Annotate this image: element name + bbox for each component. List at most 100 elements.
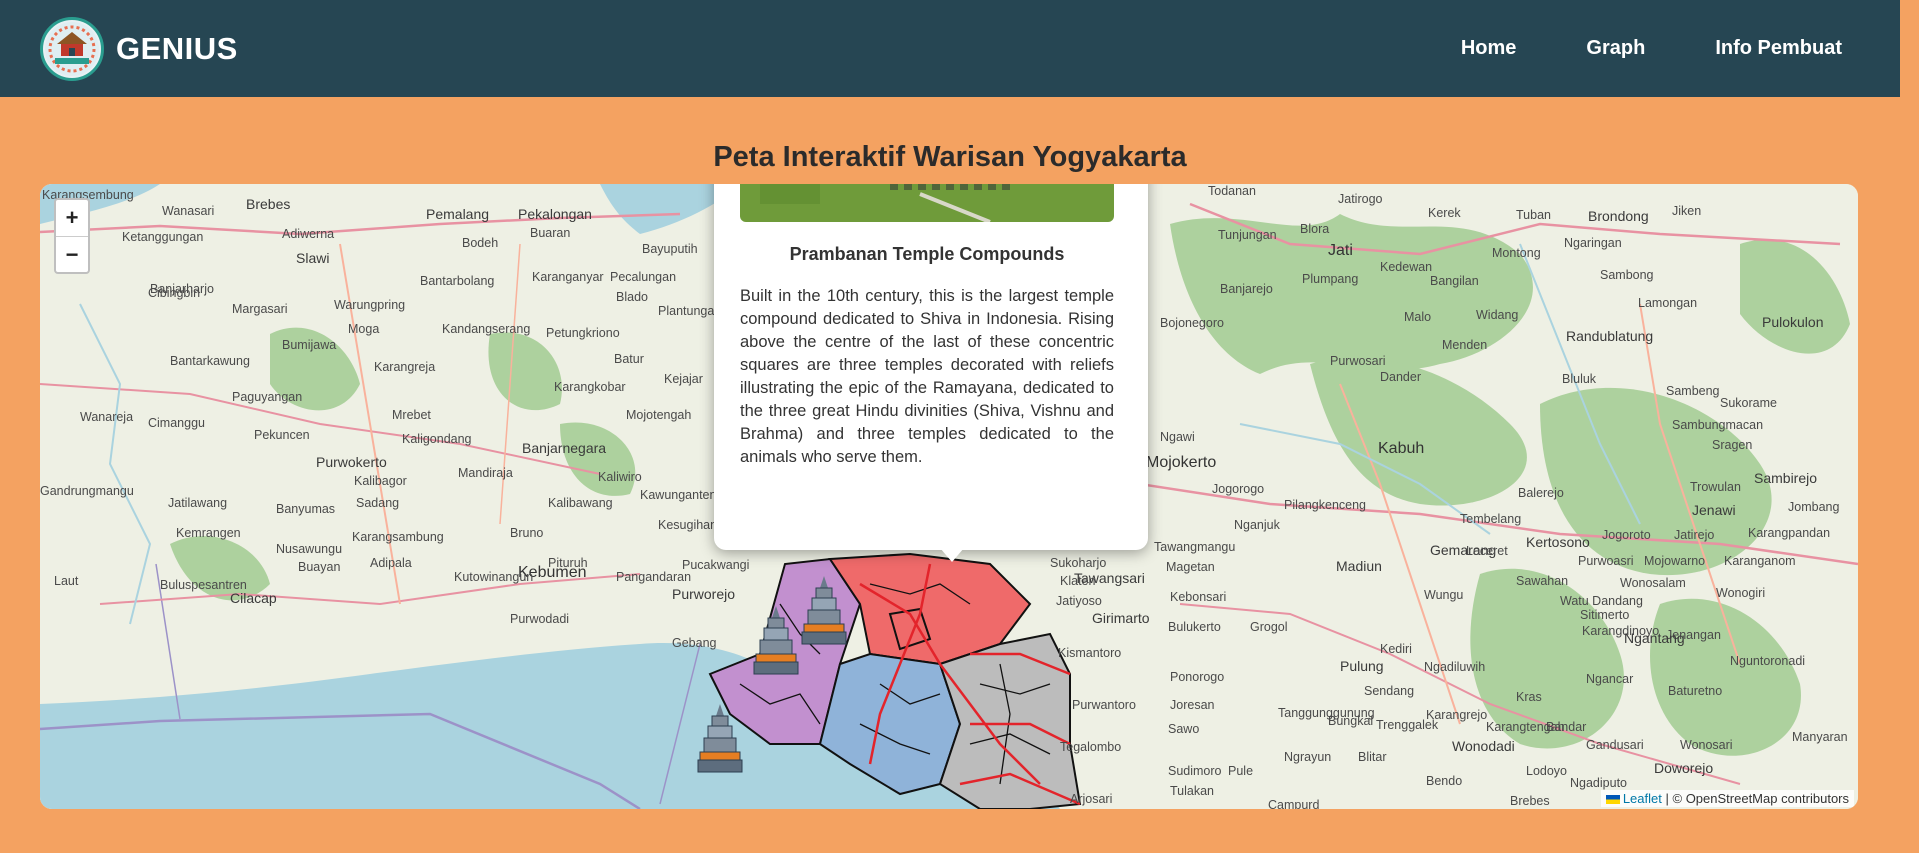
place-label: Banyumas [276,502,336,516]
place-label: Bruno [510,526,544,540]
place-label: Blitar [1358,750,1387,764]
place-label: Trenggalek [1376,718,1439,732]
place-label: Bumijawa [282,338,337,352]
place-label: Ngrayun [1284,750,1332,764]
place-label: Sitimerto [1580,608,1630,622]
place-label: Cibingbin [148,286,201,300]
nav-home[interactable]: Home [1461,37,1517,60]
place-label: Tegalombo [1060,740,1122,754]
place-label: Ngancar [1586,672,1634,686]
place-label: Loceret [1466,544,1508,558]
place-label: Gandusari [1586,738,1644,752]
place-label: Doworejo [1654,760,1714,776]
place-label: Kebonsari [1170,590,1227,604]
place-label: Ngantang [1624,630,1685,646]
place-label: Mandiraja [458,466,513,480]
place-label: Madiun [1336,558,1382,574]
place-label: Karangreja [374,360,436,374]
place-label: Purwoasri [1578,554,1634,568]
place-label: Campurd [1268,798,1320,809]
place-label: Widang [1476,308,1519,322]
place-label: Nusawungu [276,542,343,556]
place-label: Girimarto [1092,610,1150,626]
place-label: Mrebet [392,408,431,422]
place-label: Sukorame [1720,396,1777,410]
osm-attribution: © OpenStreetMap contributors [1672,791,1850,806]
place-label: Tembelang [1460,512,1522,526]
place-label: Wonogiri [1716,586,1766,600]
map[interactable]: Karangsembung Brebes Pemalang Pekalongan… [40,184,1858,809]
map-popup: Prambanan Temple Compounds Built in the … [714,184,1148,550]
leaflet-link[interactable]: Leaflet [1623,791,1662,806]
place-label: Kejajar [664,372,703,386]
place-label: Kaliwiro [598,470,642,484]
place-label: Karanganom [1724,554,1796,568]
zoom-out-button[interactable]: − [56,236,88,272]
place-label: Todanan [1208,184,1256,198]
place-label: Kerek [1428,206,1461,220]
place-label: Mojowarno [1644,554,1706,568]
place-label: Purwokerto [316,454,387,470]
place-label: Kemrangen [176,526,241,540]
place-label: Batur [614,352,644,366]
place-label: Mojotengah [626,408,692,422]
place-label: Ponorogo [1170,670,1225,684]
place-label: Balerejo [1518,486,1564,500]
popup-tip [940,548,964,562]
temple-marker-icon[interactable] [752,604,800,676]
place-label: Ngadiluwih [1424,660,1486,674]
place-label: Brebes [1510,794,1550,808]
place-label: Tawangmangu [1154,540,1236,554]
place-label: Karangkobar [554,380,626,394]
place-label: Jatiyoso [1056,594,1102,608]
place-label: Watu Dandang [1560,594,1643,608]
nav-graph[interactable]: Graph [1586,37,1645,60]
place-label: Malo [1404,310,1432,324]
place-label: Pangandaran [616,570,692,584]
place-label: Brondong [1588,208,1649,224]
place-label: Gandrungmangu [40,484,134,498]
place-label: Jombang [1788,500,1840,514]
popup-title: Prambanan Temple Compounds [789,244,1065,264]
place-label: Pekuncen [254,428,310,442]
place-label: Slawi [296,250,330,266]
place-label: Kawunganten [640,488,717,502]
place-label: Purworejo [672,586,736,602]
place-label: Sukoharjo [1050,556,1107,570]
place-label: Tuban [1516,208,1551,222]
place-label: Sambeng [1666,384,1720,398]
place-label: Sendang [1364,684,1415,698]
place-label: Bodeh [462,236,499,250]
place-label: Buayan [298,560,341,574]
place-label: Jatilawang [168,496,228,510]
place-label: Bendo [1426,774,1463,788]
place-label: Bantarkawung [170,354,250,368]
place-label: Jogoroto [1602,528,1651,542]
place-label: Pule [1228,764,1254,778]
place-label: Adipala [370,556,412,570]
place-label: Jati [1328,242,1353,259]
place-label: Sambungmacan [1672,418,1764,432]
place-label: Karanganyar [532,270,604,284]
attribution-separator: | [1665,791,1669,806]
place-label: Bangilan [1430,274,1479,288]
brand-name: GENIUS [116,30,238,66]
place-label: Joresan [1170,698,1215,712]
place-label: Bojonegoro [1160,316,1224,330]
place-label: Banjarejo [1220,282,1273,296]
place-label: Kras [1516,690,1542,704]
place-label: Bandar [1546,720,1587,734]
place-label: Bantarbolang [420,274,495,288]
temple-marker-icon[interactable] [696,702,744,774]
place-label: Kutowinangun [454,570,534,584]
brand[interactable]: GENIUS [40,16,238,81]
place-label: Tunjungan [1218,228,1277,242]
place-label: Wonosari [1680,738,1733,752]
place-label: Kediri [1380,642,1412,656]
place-label: Buluspesantren [160,578,247,592]
zoom-in-button[interactable]: + [56,200,88,236]
place-label: Montong [1492,246,1541,260]
temple-marker-icon[interactable] [800,574,848,646]
place-label: Kedewan [1380,260,1433,274]
nav-info-pembuat[interactable]: Info Pembuat [1715,37,1842,60]
